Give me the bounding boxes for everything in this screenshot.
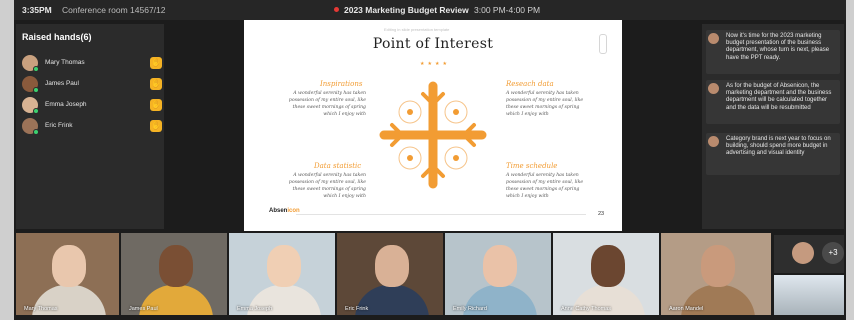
participant-name: Emma Joseph [45,101,87,108]
video-tile[interactable]: James Paul [121,233,227,315]
chat-panel: Now it's time for the 2023 marketing bud… [702,24,844,229]
raised-hand-icon[interactable]: ✋ [150,99,162,111]
section-heading: Reseach data [506,80,554,88]
raised-hand-item[interactable]: Emma Joseph ✋ [22,97,162,115]
raised-hands-header: Raised hands(6) [22,32,92,42]
participant-face [159,245,193,287]
video-tile[interactable]: Aaron Mandel [661,233,771,315]
online-status-icon [33,129,39,135]
chat-message-text: Category brand is next year to focus on … [726,136,831,157]
participant-face [591,245,625,287]
meeting-window: 3:35PM Conference room 14567/12 2023 Mar… [14,0,846,320]
chat-message-text: As for the budget of Absenicon, the mark… [726,83,832,111]
video-tile[interactable]: Emma Joseph [229,233,335,315]
participant-label: Aaron Mandel [669,306,704,312]
participant-face [267,245,301,287]
slide-footer-line [296,214,586,215]
slide-scroll-control[interactable] [599,34,607,54]
raised-hand-item[interactable]: Mary Thomas ✋ [22,55,162,73]
video-tile[interactable]: Mary Thomas [16,233,119,315]
participant-face [52,245,86,287]
participant-label: Emma Joseph [237,306,273,312]
participant-label: Emily Richard [453,306,487,312]
section-heading: Time schedule [506,162,558,170]
shared-slide: Editing in slide presentation template P… [244,20,622,231]
online-status-icon [33,87,39,93]
chat-message: As for the budget of Absenicon, the mark… [706,80,840,124]
clock: 3:35PM [22,5,52,15]
participant-name: Eric Frink [45,122,73,129]
meeting-time-range: 3:00 PM-4:00 PM [474,5,541,15]
meeting-header: 3:35PM Conference room 14567/12 2023 Mar… [14,0,846,20]
recording-dot-icon [334,7,339,12]
participant-label: Mary Thomas [24,306,58,312]
section-heading: Data statistic [314,162,362,170]
video-tile[interactable]: Anne Cathy Thomas [553,233,659,315]
divider-dots: ★★★★ [420,61,450,67]
meeting-title: 2023 Marketing Budget Review [344,5,469,15]
online-status-icon [33,66,39,72]
logo-text-a: Absen [269,208,288,214]
more-participants-count[interactable]: +3 [822,242,844,264]
raised-hand-icon[interactable]: ✋ [150,78,162,90]
room-name: Conference room 14567/12 [62,5,166,15]
participant-face [375,245,409,287]
slide-logo: Absenicon [269,208,300,214]
more-participants-tile[interactable]: +3 [774,235,844,273]
participant-face [483,245,517,287]
avatar [708,136,719,147]
section-body: A wonderful serenity has taken possessio… [506,91,584,117]
chat-message-text: Now it's time for the 2023 marketing bud… [726,33,830,61]
slide-caption: Editing in slide presentation template [384,27,450,32]
section-heading: Inspirations [320,80,363,88]
participant-label: Eric Frink [345,306,369,312]
participant-name: Mary Thomas [45,59,85,66]
slide-title: Point of Interest [372,36,494,52]
raised-hand-icon[interactable]: ✋ [150,57,162,69]
section-body: A wonderful serenity has taken possessio… [288,91,366,117]
section-body: A wonderful serenity has taken possessio… [288,173,366,199]
video-tile[interactable]: Eric Frink [337,233,443,315]
raised-hand-icon[interactable]: ✋ [150,120,162,132]
avatar [708,83,719,94]
raised-hand-item[interactable]: James Paul ✋ [22,76,162,94]
snowflake-graphic [379,81,487,189]
logo-text-b: icon [287,208,300,214]
raised-hands-panel: Raised hands(6) Mary Thomas ✋ James Paul… [16,24,164,229]
slide-page-number: 23 [598,211,605,217]
avatar [708,33,719,44]
chat-message: Now it's time for the 2023 marketing bud… [706,30,840,74]
video-tile[interactable]: Emily Richard [445,233,551,315]
section-body: A wonderful serenity has taken possessio… [506,173,584,199]
participant-label: Anne Cathy Thomas [561,306,612,312]
chat-message: Category brand is next year to focus on … [706,133,840,175]
raised-hand-item[interactable]: Eric Frink ✋ [22,118,162,136]
avatar [792,242,814,264]
participant-label: James Paul [129,306,158,312]
room-camera-tile[interactable] [774,275,844,315]
participant-video-strip: Mary Thomas James Paul Emma Joseph Eric … [14,233,846,315]
online-status-icon [33,108,39,114]
participant-face [701,245,735,287]
participant-name: James Paul [45,80,79,87]
